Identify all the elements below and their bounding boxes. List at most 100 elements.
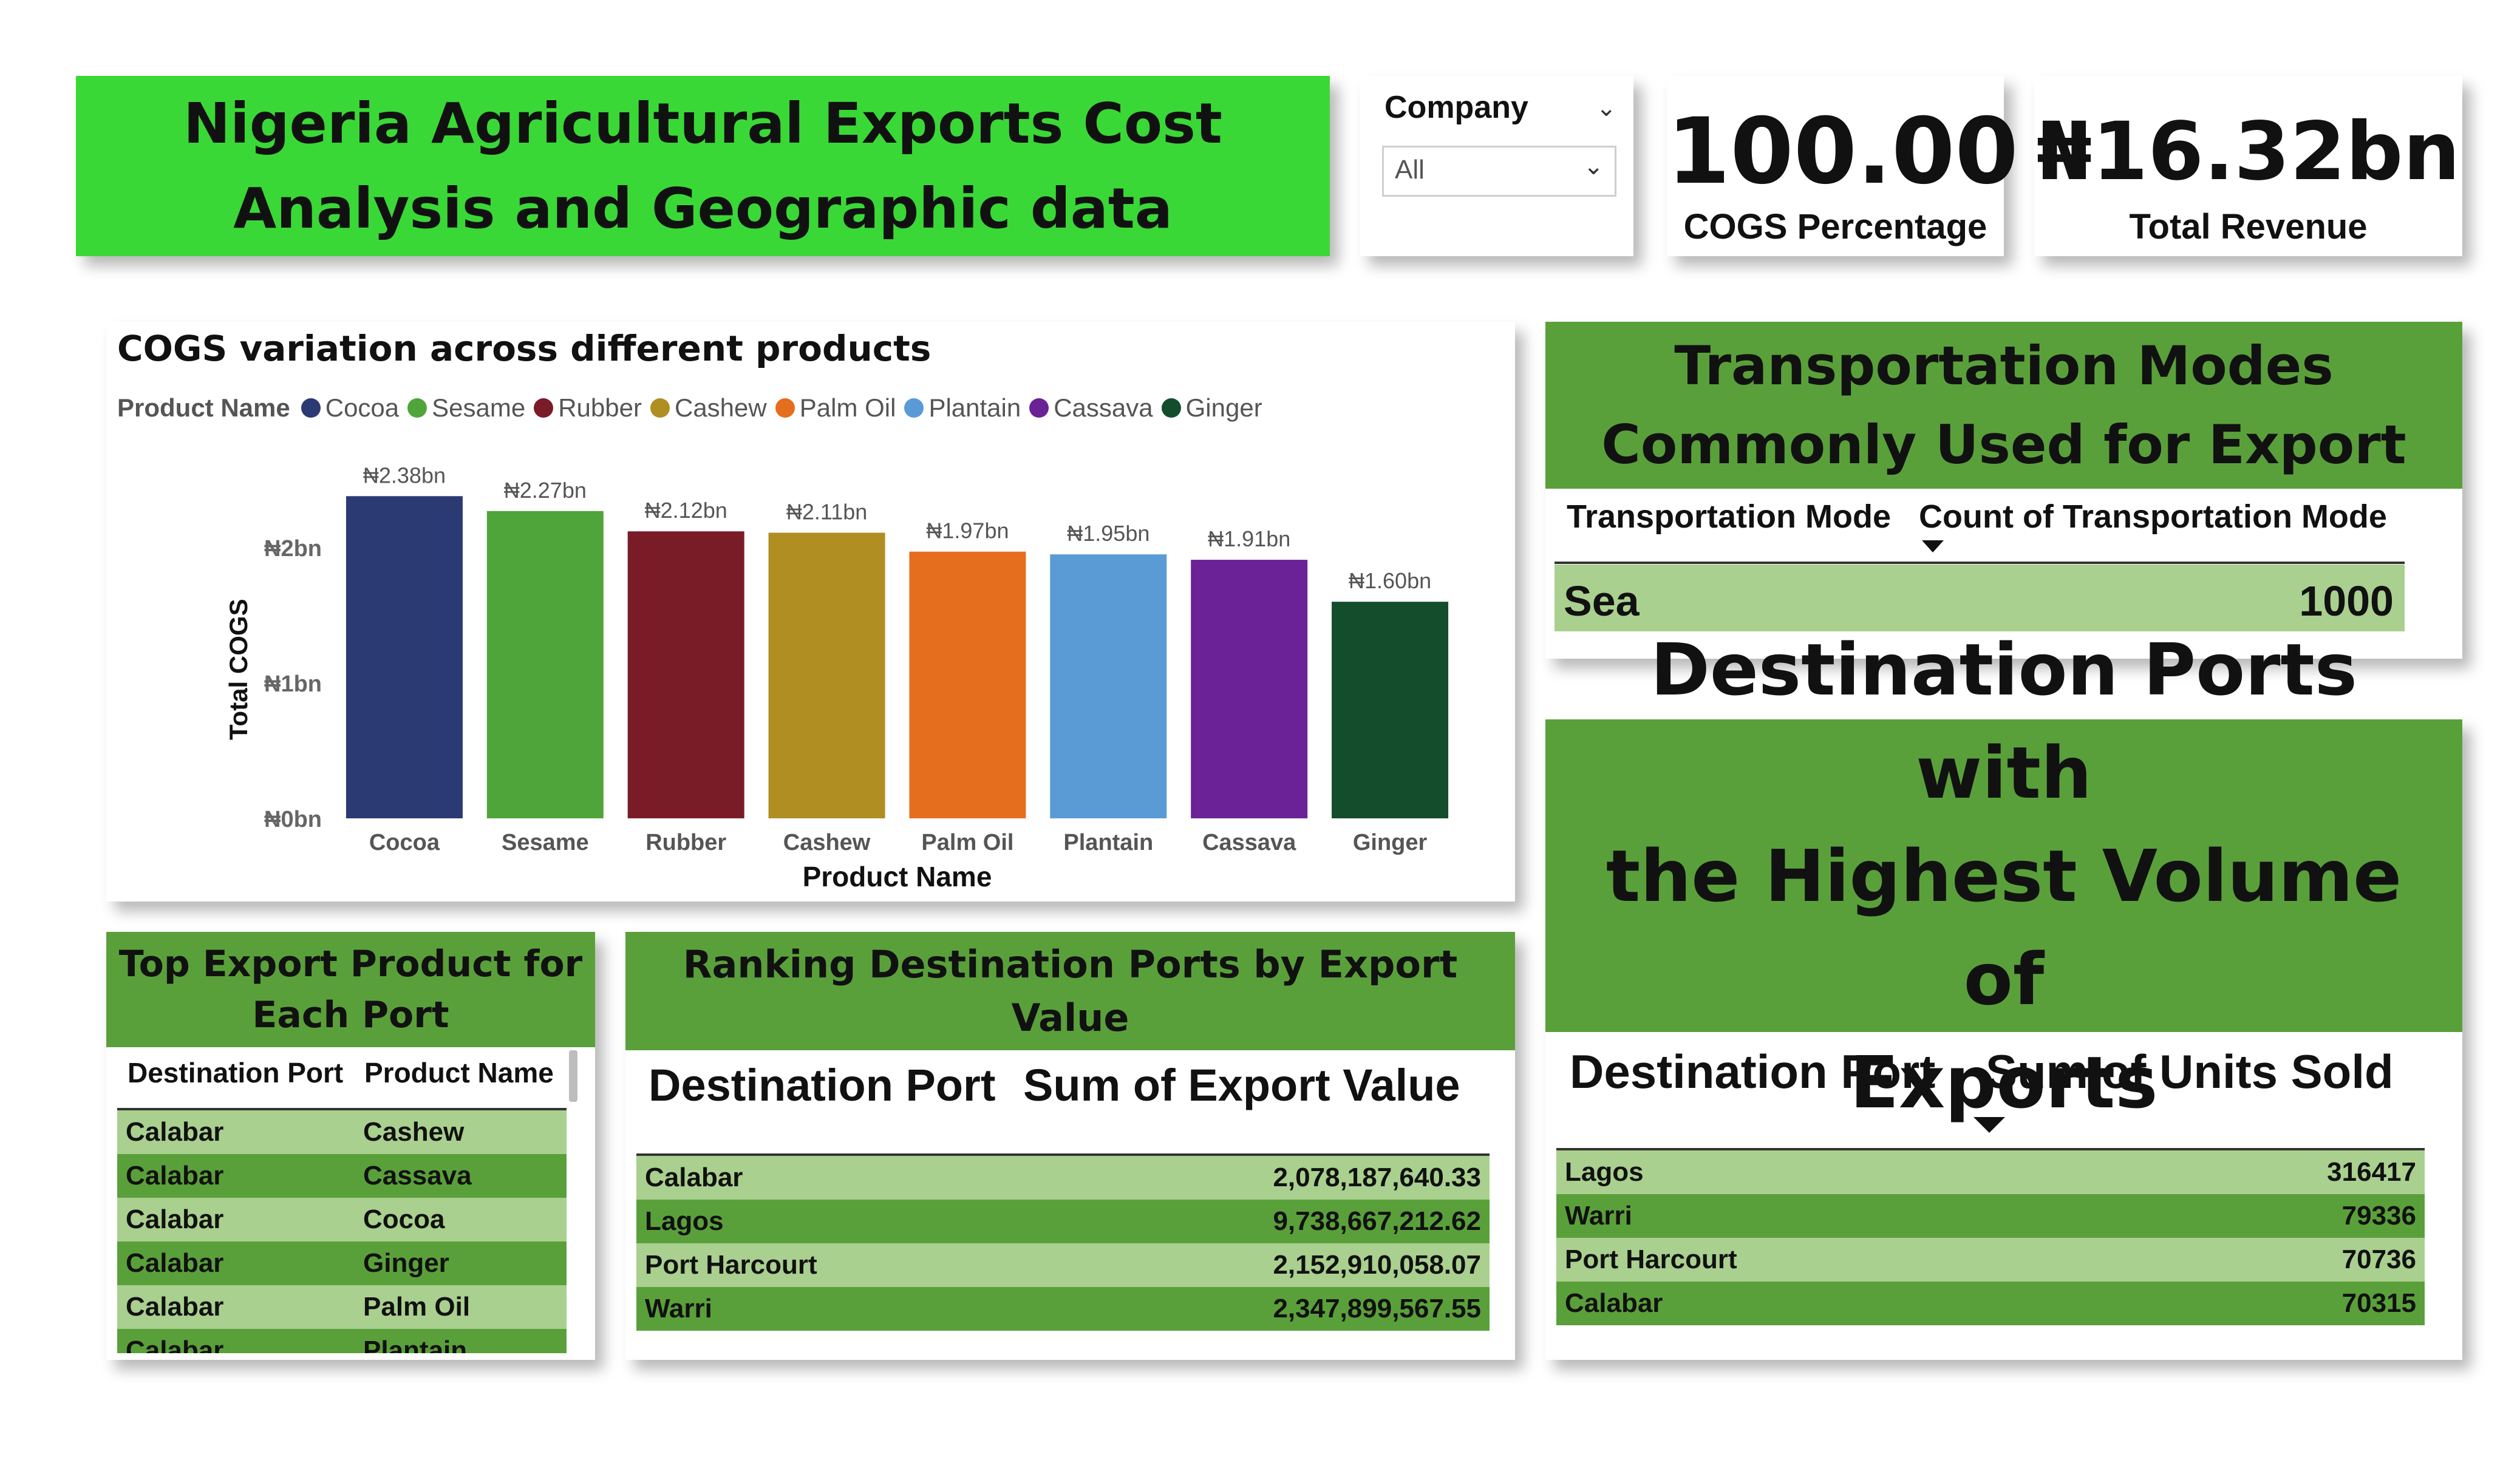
total-revenue-card: ₦16.32bn Total Revenue (2034, 76, 2462, 256)
dashboard-title-line-1: Nigeria Agricultural Exports Cost (183, 90, 1222, 156)
product-cell: Cocoa (363, 1204, 445, 1234)
port-cell: Calabar (645, 1163, 743, 1192)
column-header-export-value[interactable]: Sum of Export Value (1023, 1059, 1460, 1111)
ranking-table: Calabar 2,078,187,640.33 Lagos 9,738,667… (636, 1156, 1490, 1331)
bar (627, 531, 744, 818)
bar (346, 496, 463, 818)
transportation-title-line-2: Commonly Used for Export (1601, 413, 2406, 476)
table-row[interactable]: Calabar Cassava (117, 1154, 567, 1198)
top-export-title-line-2: Each Port (252, 994, 449, 1036)
header-divider (1555, 562, 2405, 564)
units-cell: 70315 (2341, 1288, 2416, 1318)
port-cell: Calabar (126, 1204, 224, 1234)
chevron-down-icon: ⌄ (1583, 152, 1604, 180)
table-row[interactable]: Warri 2,347,899,567.55 (636, 1287, 1490, 1331)
sort-descending-icon (1922, 540, 1944, 552)
dashboard-title-banner: Nigeria Agricultural Exports Cost Analys… (76, 76, 1330, 256)
cogs-percentage-value: 100.00 (1667, 99, 2018, 205)
dashboard-title-line-2: Analysis and Geographic data (233, 175, 1173, 241)
bar (1050, 554, 1167, 818)
data-label: ₦2.12bn (645, 498, 727, 523)
ranking-title-line-2: Value (1011, 995, 1129, 1040)
x-tick-label: Plantain (1063, 830, 1153, 855)
x-tick-label: Ginger (1353, 830, 1428, 855)
x-tick-label: Sesame (502, 830, 589, 855)
data-label: ₦1.60bn (1349, 568, 1431, 593)
company-dropdown-value: All (1395, 155, 1425, 185)
company-slicer-label: Company (1384, 90, 1528, 125)
sort-descending-icon (1973, 1117, 2005, 1133)
column-header-units-sold[interactable]: Sum of Units Sold (1986, 1044, 2394, 1099)
top-export-title-line-1: Top Export Product for (118, 943, 583, 985)
chevron-down-icon[interactable]: ⌄ (1596, 94, 1616, 122)
data-label: ₦2.38bn (363, 463, 446, 487)
units-cell: 70736 (2341, 1245, 2416, 1274)
table-row[interactable]: Warri 79336 (1556, 1194, 2425, 1238)
data-label: ₦2.11bn (786, 499, 867, 524)
data-label: ₦1.97bn (926, 518, 1009, 543)
ranking-export-value-panel: Ranking Destination Ports by Export Valu… (625, 932, 1515, 1360)
port-cell: Calabar (126, 1248, 224, 1278)
export-value-cell: 9,738,667,212.62 (1273, 1206, 1481, 1236)
destination-volume-panel: Destination Ports with the Highest Volum… (1545, 628, 2462, 1360)
port-cell: Calabar (126, 1336, 224, 1353)
company-slicer: Company ⌄ All ⌄ (1360, 76, 1633, 256)
x-tick-label: Cocoa (369, 830, 440, 855)
transportation-modes-title: Transportation Modes Commonly Used for E… (1545, 322, 2462, 489)
bar (1332, 602, 1449, 818)
ranking-title-line-1: Ranking Destination Ports by Export (683, 942, 1458, 987)
y-tick-label: ₦1bn (264, 671, 322, 697)
table-row[interactable]: Calabar 70315 (1556, 1282, 2425, 1325)
x-tick-label: Palm Oil (921, 830, 1013, 855)
column-header-product-name[interactable]: Product Name (364, 1056, 554, 1089)
table-row[interactable]: Lagos 316417 (1556, 1150, 2425, 1194)
table-row[interactable]: Port Harcourt 2,152,910,058.07 (636, 1243, 1490, 1287)
column-header-destination-port[interactable]: Destination Port (1570, 1044, 1935, 1099)
product-cell: Cassava (363, 1161, 472, 1190)
column-header-count[interactable]: Count of Transportation Mode (1919, 498, 2387, 535)
scrollbar[interactable] (569, 1050, 577, 1102)
chart-plot-area: ₦0bn ₦1bn ₦2bn Total COGS ₦2.38bn Cocoa ₦2.27b… (224, 463, 1449, 892)
bar (1191, 560, 1308, 818)
port-cell: Lagos (645, 1206, 724, 1236)
table-row[interactable]: Calabar Palm Oil (117, 1285, 567, 1329)
y-tick-label: ₦0bn (264, 807, 322, 832)
table-row[interactable]: Calabar Cocoa (117, 1198, 567, 1241)
ranking-export-value-title: Ranking Destination Ports by Export Valu… (625, 932, 1515, 1050)
destination-volume-table: Lagos 316417 Warri 79336 Port Harcourt 7… (1556, 1150, 2425, 1325)
table-row[interactable]: Lagos 9,738,667,212.62 (636, 1200, 1490, 1243)
port-cell: Calabar (126, 1292, 224, 1322)
column-header-destination-port[interactable]: Destination Port (128, 1056, 343, 1089)
product-cell: Ginger (363, 1248, 449, 1278)
destination-title-line-1: Destination Ports with (1650, 627, 2358, 815)
export-value-cell: 2,078,187,640.33 (1273, 1163, 1481, 1192)
x-tick-label: Rubber (645, 830, 726, 855)
data-label: ₦1.91bn (1208, 526, 1290, 551)
table-row[interactable]: Calabar Plantain (117, 1329, 567, 1353)
bar (909, 551, 1026, 818)
x-tick-label: Cashew (783, 830, 871, 855)
total-revenue-label: Total Revenue (2129, 207, 2368, 246)
company-dropdown[interactable]: All ⌄ (1382, 146, 1616, 197)
port-cell: Warri (1565, 1201, 1632, 1231)
product-cell: Palm Oil (363, 1292, 471, 1322)
port-cell: Warri (645, 1294, 712, 1323)
table-row[interactable]: Calabar Ginger (117, 1241, 567, 1285)
column-header-destination-port[interactable]: Destination Port (649, 1059, 995, 1111)
export-value-cell: 2,347,899,567.55 (1273, 1294, 1481, 1323)
column-header-transportation-mode[interactable]: Transportation Mode (1567, 498, 1891, 535)
cogs-percentage-card: 100.00 COGS Percentage (1667, 76, 2018, 256)
total-revenue-value: ₦16.32bn (2036, 105, 2460, 199)
top-export-table: Calabar Cashew Calabar Cassava Calabar C… (117, 1110, 567, 1353)
cogs-bar-chart: COGS variation across different products… (106, 322, 1515, 902)
destination-title-line-2: the Highest Volume of (1606, 834, 2402, 1021)
table-row[interactable]: Calabar 2,078,187,640.33 (636, 1156, 1490, 1200)
destination-volume-title: Destination Ports with the Highest Volum… (1545, 628, 2462, 1124)
port-cell: Port Harcourt (645, 1250, 817, 1280)
table-row[interactable]: Calabar Cashew (117, 1110, 567, 1154)
table-scroll-area[interactable]: Calabar Cashew Calabar Cassava Calabar C… (117, 1110, 567, 1353)
port-cell: Lagos (1565, 1157, 1644, 1187)
table-row[interactable]: Port Harcourt 70736 (1556, 1238, 2425, 1282)
product-cell: Cashew (363, 1117, 465, 1147)
data-label: ₦2.27bn (504, 478, 587, 503)
